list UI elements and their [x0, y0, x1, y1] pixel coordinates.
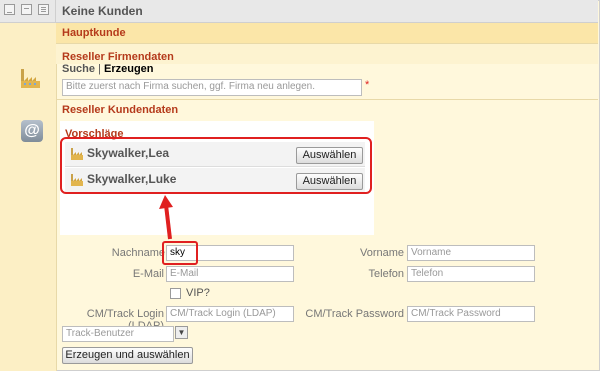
- password-label: CM/Track Password: [305, 308, 404, 320]
- create-and-select-button[interactable]: Erzeugen und auswählen: [62, 347, 193, 364]
- vorname-label: Vorname: [359, 247, 404, 259]
- chevron-down-icon[interactable]: ▼: [175, 326, 188, 339]
- suggestions-highlight: [60, 137, 372, 194]
- telefon-label: Telefon: [368, 268, 404, 280]
- section-title-kundendaten: Reseller Kundendaten: [62, 104, 179, 116]
- section-title-firmendaten: Reseller Firmendaten: [62, 51, 174, 63]
- section-band-hauptkunde: [56, 23, 598, 43]
- email-label: E-Mail: [132, 268, 164, 280]
- toggle-separator: |: [95, 63, 104, 75]
- nachname-highlight: [162, 241, 198, 265]
- restore-icon[interactable]: [21, 4, 32, 15]
- vip-label: VIP?: [186, 287, 210, 299]
- title-separator: [55, 0, 56, 22]
- email-input[interactable]: E-Mail: [166, 266, 294, 282]
- section-title-hauptkunde: Hauptkunde: [62, 27, 126, 39]
- factory-icon: [18, 67, 42, 91]
- suche-erzeugen-toggle: Suche | Erzeugen: [62, 63, 154, 75]
- vip-checkbox[interactable]: [170, 288, 181, 299]
- suche-link[interactable]: Suche: [62, 63, 95, 75]
- at-sign-icon: @: [21, 120, 43, 142]
- firma-search-input[interactable]: Bitte zuerst nach Firma suchen, ggf. Fir…: [62, 79, 362, 96]
- erzeugen-link[interactable]: Erzeugen: [104, 63, 154, 75]
- password-input[interactable]: CM/Track Password: [407, 306, 535, 322]
- vorname-input[interactable]: Vorname: [407, 245, 535, 261]
- nachname-label: Nachname: [111, 247, 165, 259]
- page-title: Keine Kunden: [62, 4, 143, 18]
- list-icon[interactable]: [38, 4, 49, 15]
- required-marker: *: [365, 79, 370, 91]
- telefon-input[interactable]: Telefon: [407, 266, 535, 282]
- divider: [56, 99, 598, 100]
- red-arrow-icon: [158, 195, 178, 241]
- minimize-icon[interactable]: [4, 4, 15, 15]
- role-select[interactable]: Track-Benutzer: [62, 326, 174, 342]
- login-input[interactable]: CM/Track Login (LDAP): [166, 306, 294, 322]
